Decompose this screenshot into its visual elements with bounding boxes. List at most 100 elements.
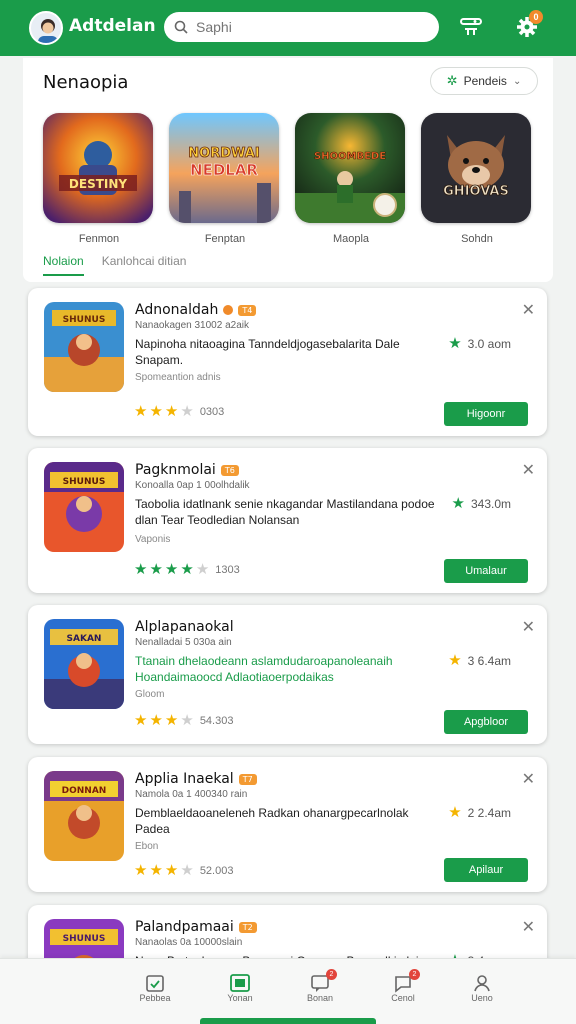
calendar-icon xyxy=(125,973,185,993)
svg-text:NEDLAR: NEDLAR xyxy=(190,161,258,179)
game-subtitle: Konoalla 0ap 1 00olhdalik xyxy=(135,480,250,491)
nav-item-ueno[interactable]: Ueno xyxy=(452,973,512,1003)
nav-item-yonan[interactable]: Yonan xyxy=(210,973,270,1003)
star-icon: ★ xyxy=(448,335,462,352)
search-icon xyxy=(174,20,188,34)
star-icon: ★ xyxy=(134,862,148,879)
game-name: Alplapanaokal xyxy=(135,619,234,635)
tag-badge: T4 xyxy=(238,304,257,316)
game-description: Ttanain dhelaodeann aslamdudaroapanolean… xyxy=(135,654,393,684)
close-icon[interactable]: ✕ xyxy=(522,617,535,637)
game-subtitle: Nanaolas 0a 10000slain xyxy=(135,937,243,948)
close-icon[interactable]: ✕ xyxy=(522,300,535,320)
game-art: NORDWAI NEDLAR xyxy=(169,113,279,223)
rating: ★ ★ ★ ★ ★ 1303 xyxy=(134,562,240,577)
game-description: Taobolia idatlnank senie nkagandar Masti… xyxy=(135,497,435,527)
game-card[interactable]: SHUNUS Pagknmolai T6 Konoalla 0ap 1 00olh… xyxy=(28,448,547,593)
featured-game-title: Fenmon xyxy=(78,233,120,245)
game-thumbnail: SAKAN xyxy=(44,619,124,709)
close-icon[interactable]: ✕ xyxy=(522,769,535,789)
rating: ★ ★ ★ ★ 52.003 xyxy=(134,863,233,878)
game-description: Demblaeldaoaneleneh Radkan ohanargpecarl… xyxy=(135,806,409,836)
game-art: DESTINY xyxy=(43,113,153,223)
featured-game-2[interactable]: NORDWAI NEDLAR Fenptan xyxy=(169,113,281,245)
nav-label: Bonan xyxy=(306,993,334,1003)
home-indicator xyxy=(200,1018,376,1024)
action-button[interactable]: Apilaur xyxy=(444,858,528,882)
nav-label: Cenol xyxy=(391,993,415,1003)
filter-label: Pendeis xyxy=(463,74,507,88)
game-name: Palandpamaai T2 xyxy=(135,919,257,935)
nav-item-pebbea[interactable]: Pebbea xyxy=(125,973,185,1003)
star-icon: ★ xyxy=(451,495,465,512)
star-icon: ★ xyxy=(134,712,148,729)
nav-label: Ueno xyxy=(471,993,493,1003)
game-meta: Ebon xyxy=(135,841,159,852)
nav-label: Pebbea xyxy=(139,993,171,1003)
featured-game-4[interactable]: GHIOVAS Sohdn xyxy=(421,113,533,245)
svg-text:SHOOMBEDE: SHOOMBEDE xyxy=(314,151,386,162)
search-input[interactable] xyxy=(196,19,416,35)
nav-badge: 2 xyxy=(326,969,337,980)
settings-button[interactable]: 0 xyxy=(514,10,543,40)
bottom-navigation: Pebbea Yonan 2 Bonan 2 Cenol Ueno xyxy=(0,958,576,1024)
star-icon: ★ xyxy=(164,561,179,578)
puzzle-icon: ✲ xyxy=(446,73,458,88)
message-icon: 2 xyxy=(373,969,433,993)
svg-text:GHIOVAS: GHIOVAS xyxy=(443,184,509,199)
action-button[interactable]: Umalaur xyxy=(444,559,528,583)
game-card[interactable]: SAKAN Alplapanaokal Nenalladai 5 030a ai… xyxy=(28,605,547,744)
featured-game-3[interactable]: SHOOMBEDE Maopla xyxy=(295,113,407,245)
hot-icon xyxy=(223,305,234,315)
rating-text: 0303 xyxy=(199,405,225,418)
game-meta: Spomeantion adnis xyxy=(135,372,221,383)
star-icon: ★ xyxy=(448,652,462,669)
star-icon: ★ xyxy=(164,712,179,729)
star-icon: ★ xyxy=(134,561,148,578)
rating: ★ ★ ★ ★ 54.303 xyxy=(134,713,233,728)
rating-text: 52.003 xyxy=(199,864,234,877)
game-description: Napinoha nitaoagina Tanndeldjogasebalari… xyxy=(135,337,400,367)
game-card[interactable]: DONNAN Applia Inaekal T7 Namola 0a 1 4003… xyxy=(28,757,547,892)
svg-text:DONNAN: DONNAN xyxy=(62,786,107,796)
rating-text: 54.303 xyxy=(199,714,234,727)
game-thumbnail: SHUNUS xyxy=(44,462,124,552)
chat-icon: 2 xyxy=(290,969,350,993)
tag-badge: T6 xyxy=(220,464,239,476)
tag-badge: T7 xyxy=(238,773,257,785)
nav-item-bonan[interactable]: 2 Bonan xyxy=(290,969,350,1003)
action-button[interactable]: Higoonr xyxy=(444,402,528,426)
star-icon: ★ xyxy=(180,403,194,420)
game-name: Pagknmolai T6 xyxy=(135,462,239,478)
action-button[interactable]: Apgbloor xyxy=(444,710,528,734)
download-size: ★ 3 6.4am xyxy=(448,652,511,669)
svg-text:DESTINY: DESTINY xyxy=(69,177,127,191)
game-meta: Gloom xyxy=(135,689,165,700)
nav-item-cenol[interactable]: 2 Cenol xyxy=(373,969,433,1003)
nav-label: Yonan xyxy=(227,993,253,1003)
game-name: Applia Inaekal T7 xyxy=(135,771,257,787)
svg-text:SHUNUS: SHUNUS xyxy=(63,477,106,487)
game-card[interactable]: SHUNUS Adnonaldah T4 Nanaokagen 31002 a2a… xyxy=(28,288,547,436)
featured-game-1[interactable]: DESTINY Fenmon xyxy=(43,113,155,245)
star-icon: ★ xyxy=(149,403,163,420)
svg-text:SHUNUS: SHUNUS xyxy=(63,934,106,944)
featured-game-title: Sohdn xyxy=(461,233,493,245)
game-meta: Vaponis xyxy=(135,534,171,545)
filter-icon[interactable] xyxy=(458,14,484,40)
close-icon[interactable]: ✕ xyxy=(522,917,535,937)
nav-badge: 2 xyxy=(409,969,420,980)
featured-game-title: Maopla xyxy=(332,233,370,245)
search-bar[interactable] xyxy=(164,12,439,42)
game-art: SHOOMBEDE xyxy=(295,113,405,223)
avatar[interactable] xyxy=(29,11,63,45)
tab-nolaion[interactable]: Nolaion xyxy=(43,254,84,276)
star-icon: ★ xyxy=(164,403,179,420)
chevron-down-icon: ⌄ xyxy=(512,75,522,87)
close-icon[interactable]: ✕ xyxy=(522,460,535,480)
tab-kanlohcai[interactable]: Kanlohcai ditian xyxy=(102,254,187,276)
svg-text:SHUNUS: SHUNUS xyxy=(63,315,106,325)
download-size: ★ 3.0 aom xyxy=(448,335,511,352)
filter-dropdown[interactable]: ✲ Pendeis ⌄ xyxy=(430,67,538,95)
featured-game-title: Fenptan xyxy=(204,233,246,245)
